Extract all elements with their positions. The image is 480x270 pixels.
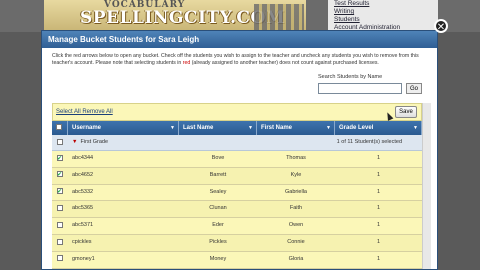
cell-last-name: Eder: [212, 222, 224, 229]
search-input[interactable]: [318, 83, 402, 94]
group-summary: 1 of 11 Student(s) selected: [336, 139, 402, 145]
selection-bar: Select All Remove All Save: [52, 103, 422, 121]
modal-scrollbar[interactable]: [422, 103, 431, 269]
table-row[interactable]: abc5371 Eder Owen 1: [52, 218, 422, 235]
cell-first-name: Gloria: [288, 255, 304, 262]
table-row[interactable]: gmoney1 Money Gloria 1: [52, 251, 422, 269]
header-checkbox[interactable]: [56, 124, 62, 131]
cell-last-name: Barrett: [209, 171, 227, 178]
instructions-part-2: (already assigned to another teacher) do…: [190, 60, 379, 66]
cell-username: abc5332: [72, 188, 94, 195]
table-row[interactable]: abc5332 Sealey Gabriella 1: [52, 184, 422, 202]
close-icon[interactable]: ✕: [434, 19, 448, 33]
cell-first-name: Faith: [289, 205, 303, 212]
skyline-graphic: [254, 4, 304, 31]
students-grid: Username ▼ Last Name ▼ First Name ▼ Grade L…: [52, 121, 422, 269]
student-rows: abc4344BoveThomas1abc4652BarrettKyle1abc…: [52, 151, 422, 269]
cell-grade-level: 1: [376, 188, 381, 195]
cell-grade-level: 1: [376, 222, 381, 229]
nav-link-test-results[interactable]: Test Results: [328, 0, 438, 8]
column-last-name[interactable]: Last Name ▼: [179, 121, 257, 135]
row-checkbox[interactable]: [57, 168, 63, 183]
sort-icon: ▼: [326, 125, 331, 131]
cell-username: gmoney1: [72, 255, 95, 262]
column-grade-level[interactable]: Grade Level ▼: [335, 121, 422, 135]
sort-icon: ▼: [170, 125, 175, 131]
row-checkbox[interactable]: [57, 152, 63, 167]
row-checkbox[interactable]: [57, 221, 63, 228]
go-button[interactable]: Go: [406, 83, 422, 94]
table-row[interactable]: abc4652 Barrett Kyle 1: [52, 167, 422, 185]
site-banner: VOCABULARY SPELLINGCITY.COM: [44, 0, 306, 31]
cell-username: abc5371: [72, 222, 94, 229]
row-checkbox[interactable]: [57, 185, 63, 200]
cell-username: abc4652: [72, 171, 94, 178]
search-label: Search Students by Name: [318, 74, 383, 80]
cell-last-name: Money: [209, 255, 227, 262]
cell-grade-level: 1: [376, 155, 381, 161]
select-all-remove-all-links[interactable]: Select All Remove All: [56, 109, 113, 115]
row-checkbox[interactable]: [57, 255, 63, 262]
table-row[interactable]: cpickles Pickles Connie 1: [52, 234, 422, 252]
row-checkbox[interactable]: [57, 238, 63, 245]
instructions-text: Click the red arrows below to open any b…: [52, 53, 422, 67]
manage-students-modal: Manage Bucket Students for Sara Leigh Cl…: [41, 30, 438, 270]
group-row[interactable]: ▼ First Grade 1 of 11 Student(s) selecte…: [52, 135, 422, 151]
nav-link-writing[interactable]: Writing: [328, 8, 438, 16]
save-button[interactable]: Save: [395, 106, 417, 118]
table-row[interactable]: abc4344 Bove Thomas 1: [52, 151, 422, 168]
row-checkbox[interactable]: [57, 204, 63, 211]
cell-grade-level: 1: [376, 238, 381, 245]
cell-last-name: Clunan: [209, 205, 227, 212]
cell-last-name: Pickles: [209, 238, 227, 245]
modal-title: Manage Bucket Students for Sara Leigh: [42, 31, 437, 48]
cell-grade-level: 1: [376, 255, 381, 262]
cell-first-name: Owen: [288, 222, 304, 229]
sort-icon: ▼: [248, 125, 253, 131]
cell-username: abc5365: [72, 205, 94, 212]
table-row[interactable]: abc5365 Clunan Faith 1: [52, 201, 422, 219]
sort-icon: ▼: [413, 125, 418, 131]
header-select-all-cell[interactable]: [52, 121, 68, 135]
cell-grade-level: 1: [376, 171, 381, 178]
cell-grade-level: 1: [376, 205, 381, 212]
cell-username: cpickles: [72, 238, 92, 245]
cell-first-name: Gabriella: [284, 188, 307, 195]
top-nav-links: Test Results Writing Students Account Ad…: [328, 0, 438, 31]
nav-link-students[interactable]: Students: [328, 16, 438, 24]
column-username[interactable]: Username ▼: [68, 121, 179, 135]
expand-arrow-icon[interactable]: ▼: [72, 139, 77, 145]
cell-first-name: Thomas: [286, 155, 306, 161]
column-first-name[interactable]: First Name ▼: [257, 121, 335, 135]
cell-first-name: Connie: [287, 238, 305, 245]
group-name: First Grade: [80, 139, 109, 145]
grid-header: Username ▼ Last Name ▼ First Name ▼ Grade L…: [52, 121, 422, 135]
group-checkbox[interactable]: [57, 138, 63, 145]
cell-last-name: Sealey: [209, 188, 227, 195]
cell-last-name: Bove: [211, 155, 225, 161]
cell-username: abc4344: [72, 155, 94, 161]
cell-first-name: Kyle: [290, 171, 302, 178]
